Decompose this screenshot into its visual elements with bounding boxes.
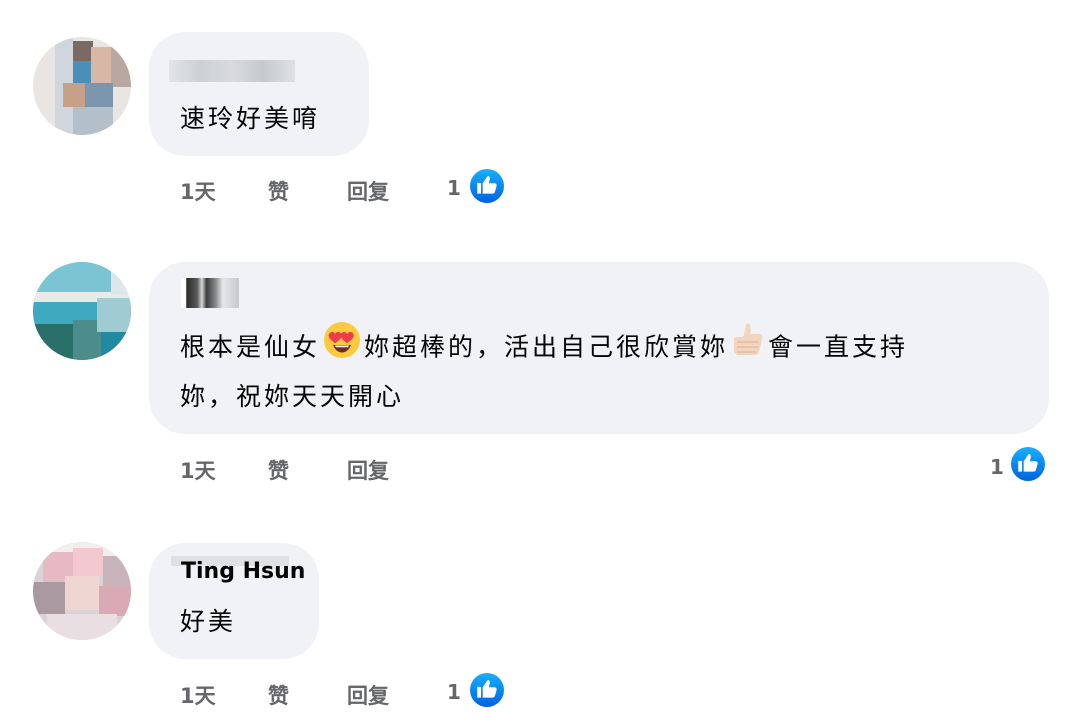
heart-eyes-emoji	[322, 320, 362, 377]
comment-timestamp[interactable]: 1天	[180, 176, 216, 206]
reply-button[interactable]: 回复	[347, 455, 389, 485]
comment-text-line-2: 妳，祝妳天天開心	[180, 382, 405, 411]
comment-author-name[interactable]	[169, 60, 295, 82]
comment-bubble: 速玲好美唷	[149, 32, 369, 156]
comment-timestamp[interactable]: 1天	[180, 455, 216, 485]
like-icon[interactable]	[1008, 444, 1048, 484]
avatar[interactable]	[33, 37, 131, 135]
reaction-count[interactable]: 1	[447, 680, 461, 704]
reaction-count[interactable]: 1	[447, 176, 461, 200]
comment-bubble: Ting Hsun 好美	[149, 543, 319, 659]
comment-text-part: 根本是仙女	[180, 332, 321, 362]
avatar[interactable]	[33, 542, 131, 640]
comment-bubble: 根本是仙女 妳超棒的，活出自己很欣賞妳 會一直支持 妳，祝妳天天開心	[149, 262, 1049, 434]
comment-timestamp[interactable]: 1天	[180, 680, 216, 710]
reaction-count[interactable]: 1	[990, 455, 1004, 479]
reply-button[interactable]: 回复	[347, 176, 389, 206]
avatar[interactable]	[33, 262, 131, 360]
comment-author-name[interactable]: Ting Hsun	[181, 559, 305, 584]
thumbs-up-emoji	[730, 320, 766, 377]
comment-text: 好美	[180, 607, 237, 636]
like-button[interactable]: 赞	[268, 680, 289, 710]
like-icon[interactable]	[467, 670, 507, 710]
like-button[interactable]: 赞	[268, 455, 289, 485]
comment-author-name[interactable]	[181, 278, 239, 308]
comment-text: 速玲好美唷	[180, 104, 321, 133]
reply-button[interactable]: 回复	[347, 680, 389, 710]
like-icon[interactable]	[467, 166, 507, 206]
comment-text-line-1: 根本是仙女 妳超棒的，活出自己很欣賞妳 會一直支持	[180, 320, 908, 377]
comment-text-part: 妳超棒的，活出自己很欣賞妳	[364, 332, 729, 362]
comment-text-part: 會一直支持	[768, 332, 909, 362]
like-button[interactable]: 赞	[268, 176, 289, 206]
